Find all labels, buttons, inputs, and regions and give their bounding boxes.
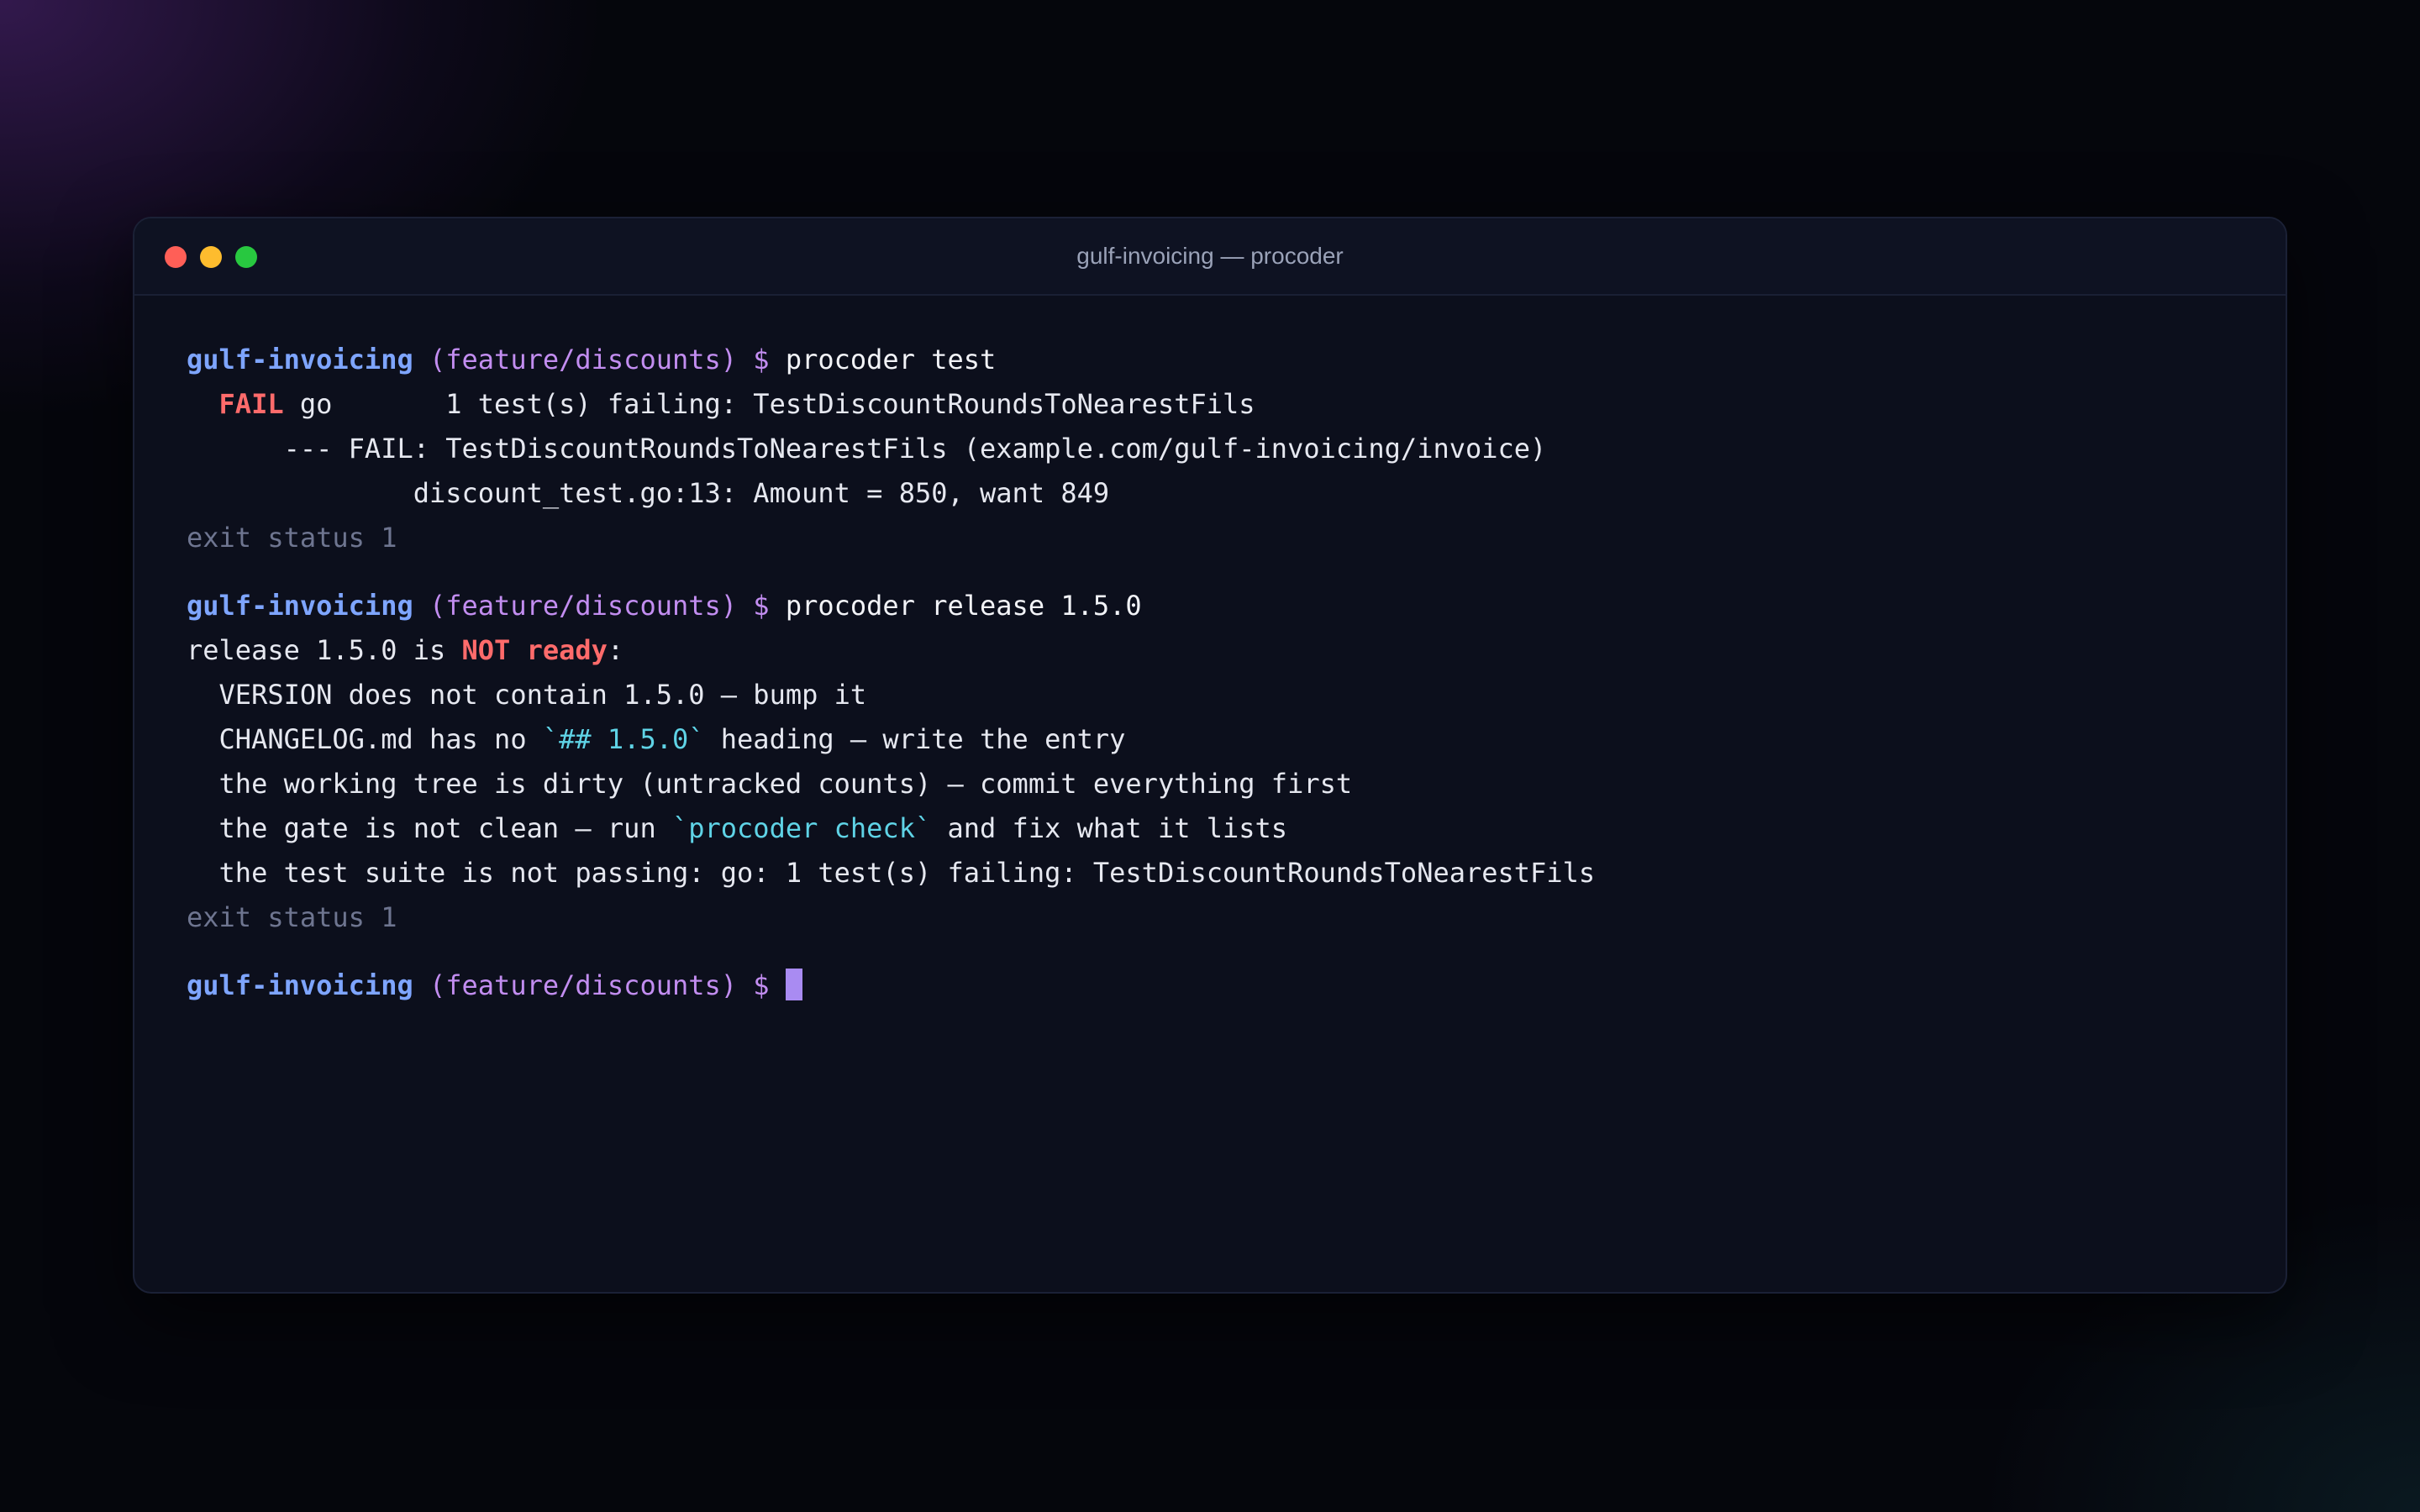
fail-summary: go 1 test(s) failing: TestDiscountRounds… [283, 388, 1255, 420]
output-line: --- FAIL: TestDiscountRoundsToNearestFil… [187, 433, 1547, 465]
not-ready-label: NOT ready [461, 634, 608, 666]
release-status-line: release 1.5.0 is NOT ready: [187, 628, 2286, 673]
prompt-directory: gulf-invoicing [187, 969, 413, 1001]
terminal-output[interactable]: gulf-invoicing (feature/discounts) $ pro… [134, 296, 2286, 1008]
output-line: discount_test.go:13: Amount = 850, want … [187, 477, 1110, 509]
fail-label: FAIL [218, 388, 284, 420]
command-text: procoder release 1.5.0 [785, 590, 1142, 622]
prompt-directory: gulf-invoicing [187, 590, 413, 622]
window-title: gulf-invoicing — procoder [1076, 243, 1344, 269]
prompt-symbol: $ [753, 344, 770, 375]
item-text: the gate is not clean — run [187, 812, 672, 844]
release-item: the gate is not clean — run `procoder ch… [187, 806, 2286, 851]
title-bar: gulf-invoicing — procoder [134, 218, 2286, 296]
item-text: CHANGELOG.md has no [187, 723, 543, 755]
prompt-branch: (feature/discounts) [429, 344, 738, 375]
prompt-line-3[interactable]: gulf-invoicing (feature/discounts) $ [187, 963, 2286, 1008]
release-item: VERSION does not contain 1.5.0 — bump it [187, 679, 867, 711]
prompt-symbol: $ [753, 969, 770, 1001]
terminal-window: gulf-invoicing — procoder gulf-invoicing… [133, 217, 2287, 1294]
text-cursor[interactable] [785, 969, 802, 1000]
prompt-line-1: gulf-invoicing (feature/discounts) $ pro… [187, 338, 2286, 382]
inline-code: `## 1.5.0` [542, 723, 705, 755]
prompt-line-2: gulf-invoicing (feature/discounts) $ pro… [187, 584, 2286, 628]
output-line: FAIL go 1 test(s) failing: TestDiscountR… [187, 382, 2286, 427]
prompt-directory: gulf-invoicing [187, 344, 413, 375]
inline-code: `procoder check` [671, 812, 932, 844]
release-item: the working tree is dirty (untracked cou… [187, 768, 1353, 800]
prompt-symbol: $ [753, 590, 770, 622]
prompt-branch: (feature/discounts) [429, 590, 738, 622]
item-text: and fix what it lists [931, 812, 1288, 844]
release-item: the test suite is not passing: go: 1 tes… [187, 857, 1596, 889]
prompt-branch: (feature/discounts) [429, 969, 738, 1001]
status-suffix: : [607, 634, 624, 666]
status-prefix: release 1.5.0 is [187, 634, 462, 666]
command-text: procoder test [785, 344, 997, 375]
release-item: CHANGELOG.md has no `## 1.5.0` heading —… [187, 717, 2286, 762]
exit-status: exit status 1 [187, 522, 397, 554]
item-text: heading — write the entry [704, 723, 1126, 755]
exit-status: exit status 1 [187, 901, 397, 933]
